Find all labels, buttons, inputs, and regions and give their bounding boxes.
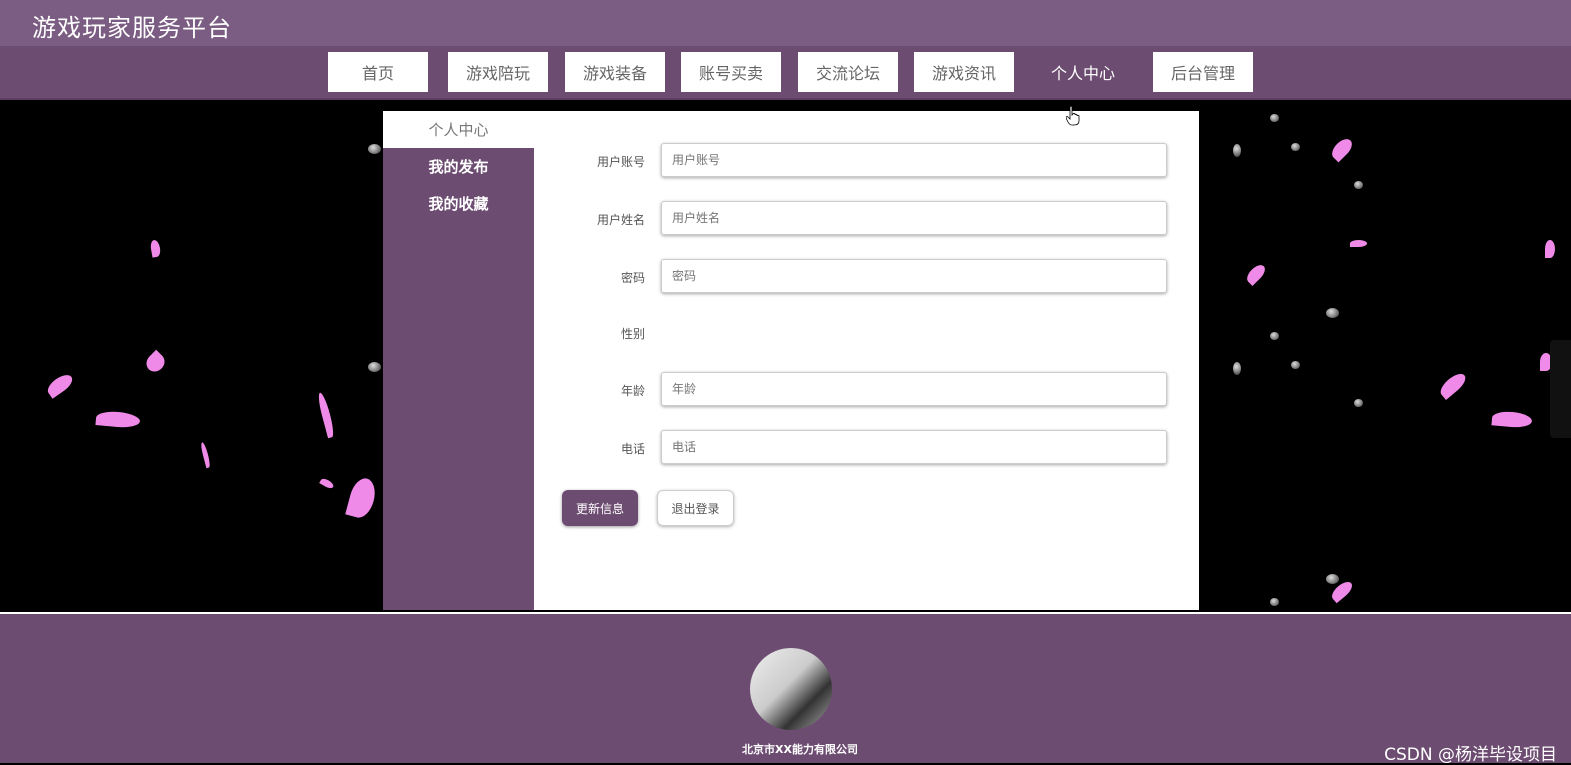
bubble-decoration xyxy=(1354,399,1363,407)
account-label: 用户账号 xyxy=(596,155,645,169)
profile-form: 用户账号 用户姓名 密码 性别 年龄 电话 更新信息 退出登录 xyxy=(534,111,1199,610)
bubble-decoration xyxy=(1233,144,1241,157)
form-row-password: 密码 xyxy=(534,259,1199,295)
nav-item-game-news[interactable]: 游戏资讯 xyxy=(914,52,1014,92)
csdn-watermark: CSDN @杨洋毕设项目 xyxy=(1384,745,1557,765)
password-label: 密码 xyxy=(620,271,645,285)
company-name: 北京市XX能力有限公司 xyxy=(742,743,858,756)
site-title: 游戏玩家服务平台 xyxy=(32,14,232,42)
logout-button[interactable]: 退出登录 xyxy=(657,490,734,526)
side-scroll-tab[interactable] xyxy=(1550,340,1571,438)
form-row-gender: 性别 xyxy=(534,315,1199,351)
password-field[interactable] xyxy=(661,259,1167,293)
petal-decoration xyxy=(95,410,141,429)
bubble-decoration xyxy=(368,144,381,154)
bubble-decoration xyxy=(1354,181,1363,189)
petal-decoration xyxy=(1328,135,1356,163)
petal-decoration xyxy=(316,391,336,439)
nav-item-home[interactable]: 首页 xyxy=(328,52,428,92)
gender-label: 性别 xyxy=(620,327,645,341)
form-row-account: 用户账号 xyxy=(534,143,1199,179)
bubble-decoration xyxy=(1291,143,1300,151)
update-info-button[interactable]: 更新信息 xyxy=(562,490,638,526)
top-bar: 游戏玩家服务平台 xyxy=(0,0,1571,46)
main-nav: 首页 游戏陪玩 游戏装备 账号买卖 交流论坛 游戏资讯 个人中心 后台管理 xyxy=(0,46,1571,100)
account-field[interactable] xyxy=(661,143,1167,177)
nav-item-personal-center[interactable]: 个人中心 xyxy=(1033,52,1133,92)
petal-decoration xyxy=(1350,240,1367,247)
avatar xyxy=(750,648,832,730)
petal-decoration xyxy=(345,475,379,521)
bubble-decoration xyxy=(1233,362,1241,375)
petal-decoration xyxy=(1243,261,1269,287)
nav-item-game-companion[interactable]: 游戏陪玩 xyxy=(448,52,548,92)
petal-decoration xyxy=(142,349,169,376)
form-row-age: 年龄 xyxy=(534,372,1199,408)
petal-decoration xyxy=(1545,240,1555,258)
petal-decoration xyxy=(1437,369,1469,401)
phone-label: 电话 xyxy=(620,442,645,456)
bubble-decoration xyxy=(1291,361,1300,369)
nav-item-game-equipment[interactable]: 游戏装备 xyxy=(565,52,665,92)
petal-decoration xyxy=(1491,410,1533,429)
sidebar-item-personal-center[interactable]: 个人中心 xyxy=(383,111,534,148)
sidebar: 个人中心 我的发布 我的收藏 xyxy=(383,111,534,610)
name-field[interactable] xyxy=(661,201,1167,235)
name-label: 用户姓名 xyxy=(596,213,645,227)
age-label: 年龄 xyxy=(620,384,645,398)
bubble-decoration xyxy=(1270,598,1279,606)
bubble-decoration xyxy=(1326,308,1339,318)
petal-decoration xyxy=(149,239,162,258)
age-field[interactable] xyxy=(661,372,1167,406)
sidebar-item-my-posts[interactable]: 我的发布 xyxy=(383,148,534,185)
petal-decoration xyxy=(199,441,212,469)
petal-decoration xyxy=(319,476,335,491)
sidebar-item-my-favorites[interactable]: 我的收藏 xyxy=(383,185,534,222)
nav-item-account-trade[interactable]: 账号买卖 xyxy=(681,52,781,92)
petal-decoration xyxy=(44,371,76,399)
hand-cursor-icon xyxy=(1066,106,1080,126)
bubble-decoration xyxy=(1326,574,1339,584)
nav-item-forum[interactable]: 交流论坛 xyxy=(798,52,898,92)
nav-item-admin[interactable]: 后台管理 xyxy=(1153,52,1253,92)
bubble-decoration xyxy=(1270,332,1279,340)
form-row-phone: 电话 xyxy=(534,430,1199,466)
bubble-decoration xyxy=(368,362,381,372)
bubble-decoration xyxy=(1270,114,1279,122)
phone-field[interactable] xyxy=(661,430,1167,464)
form-row-name: 用户姓名 xyxy=(534,201,1199,237)
footer: 北京市XX能力有限公司 CSDN @杨洋毕设项目 xyxy=(0,612,1571,765)
